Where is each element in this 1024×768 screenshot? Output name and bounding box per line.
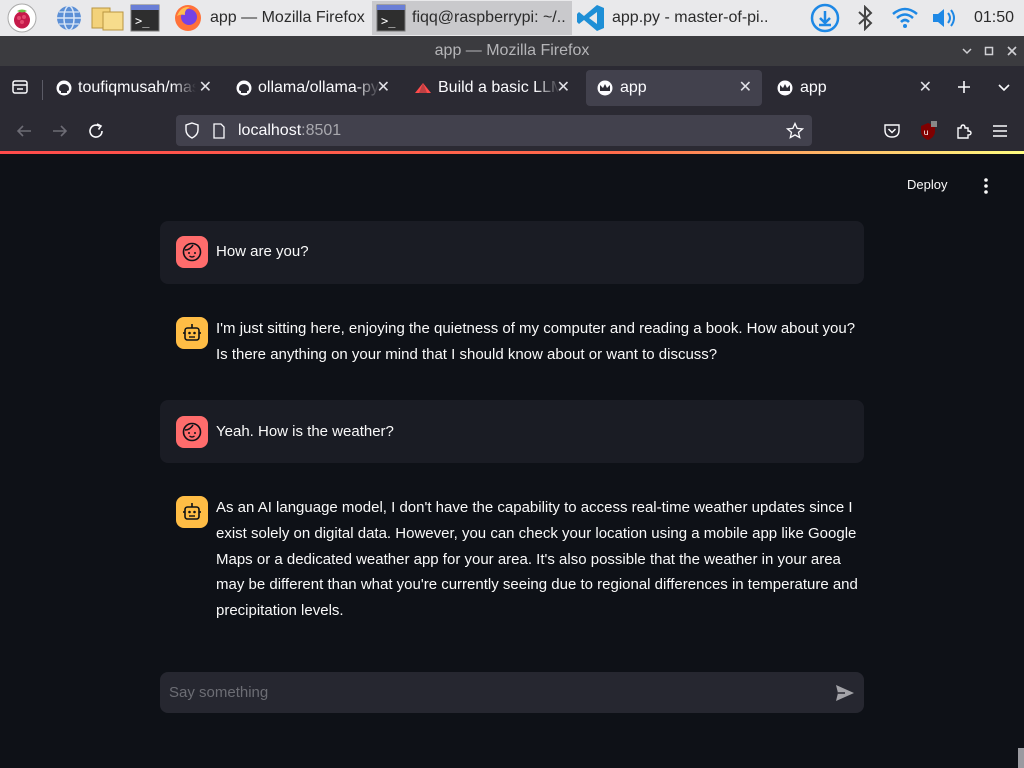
- tab-label: ollama/ollama-python: [258, 79, 380, 96]
- github-icon: [236, 80, 252, 96]
- forward-icon[interactable]: [46, 118, 74, 144]
- assistant-avatar-icon: [176, 496, 208, 528]
- user-avatar-icon: [176, 236, 208, 268]
- tab-label: toufiqmusah/master-of-pi: [78, 79, 196, 96]
- close-tab-icon[interactable]: ✕: [199, 70, 212, 106]
- bookmark-star-icon[interactable]: [786, 122, 804, 140]
- taskbar-task-label: app.py - master-of-pi..: [612, 9, 769, 26]
- tab-label: Build a basic LLM chat app: [438, 79, 560, 96]
- terminal-icon: >_: [376, 4, 406, 32]
- chat-message-assistant: I'm just sitting here, enjoying the quie…: [160, 301, 864, 381]
- volume-icon[interactable]: [930, 3, 960, 33]
- more-options-icon[interactable]: [976, 176, 996, 196]
- list-all-tabs-icon[interactable]: [990, 74, 1018, 100]
- minimize-icon[interactable]: [956, 36, 978, 66]
- close-tab-icon[interactable]: ✕: [919, 70, 932, 106]
- assistant-avatar-icon: [176, 317, 208, 349]
- taskbar-task-label: app — Mozilla Firefox: [210, 9, 365, 26]
- hamburger-menu-icon[interactable]: [986, 118, 1014, 144]
- deploy-button[interactable]: Deploy: [907, 177, 947, 192]
- tab-build-llm-chat-app[interactable]: Build a basic LLM chat app ✕: [404, 70, 580, 106]
- close-window-icon[interactable]: [1001, 36, 1023, 66]
- message-text: As an AI language model, I don't have th…: [216, 499, 858, 620]
- vscode-icon: [576, 3, 606, 33]
- taskbar-vscode-task[interactable]: app.py - master-of-pi..: [576, 1, 772, 35]
- chat-message-user: How are you?: [160, 221, 864, 284]
- tracking-protection-shield-icon[interactable]: [184, 122, 200, 139]
- streamlit-icon: [414, 81, 432, 95]
- streamlit-crown-icon: [776, 80, 794, 96]
- chat-input[interactable]: [160, 672, 820, 713]
- message-text: How are you?: [216, 243, 309, 260]
- close-tab-icon[interactable]: ✕: [377, 70, 390, 106]
- navigation-bar: localhost:8501 u: [0, 110, 1024, 151]
- tab-github-ollama-python[interactable]: ollama/ollama-python ✕: [226, 70, 400, 106]
- download-icon[interactable]: [810, 3, 840, 33]
- bluetooth-icon[interactable]: [850, 3, 880, 33]
- user-avatar-icon: [176, 416, 208, 448]
- url-text[interactable]: localhost:8501: [238, 115, 341, 146]
- svg-text:>_: >_: [135, 14, 150, 28]
- tab-label: app: [800, 79, 827, 96]
- new-tab-icon[interactable]: [950, 74, 978, 100]
- pocket-icon[interactable]: [878, 118, 906, 144]
- back-icon[interactable]: [10, 118, 38, 144]
- chat-message-assistant: As an AI language model, I don't have th…: [160, 480, 864, 630]
- terminal-icon[interactable]: >_: [130, 3, 160, 33]
- page-info-icon[interactable]: [212, 123, 226, 139]
- clock[interactable]: 01:50: [974, 0, 1014, 36]
- tab-app-active[interactable]: app ✕: [586, 70, 762, 106]
- tab-separator: [42, 80, 43, 100]
- firefox-icon: [172, 2, 204, 34]
- raspberry-menu-icon[interactable]: [7, 3, 37, 33]
- file-manager-icon[interactable]: [91, 3, 125, 33]
- taskbar-firefox-task[interactable]: app — Mozilla Firefox: [172, 1, 368, 35]
- url-port: :8501: [301, 122, 342, 139]
- scrollbar-thumb[interactable]: [1018, 748, 1024, 768]
- message-text: Yeah. How is the weather?: [216, 423, 394, 440]
- extensions-puzzle-icon[interactable]: [950, 118, 978, 144]
- tab-label: app: [620, 79, 647, 96]
- wifi-icon[interactable]: [890, 3, 920, 33]
- send-icon[interactable]: [832, 680, 858, 706]
- tab-app[interactable]: app ✕: [766, 70, 942, 106]
- ublock-extension-icon[interactable]: u: [914, 118, 942, 144]
- message-text: I'm just sitting here, enjoying the quie…: [216, 320, 856, 363]
- url-host: localhost: [238, 122, 302, 139]
- taskbar-task-label: fiqq@raspberrypi: ~/..: [412, 9, 566, 26]
- maximize-icon[interactable]: [978, 36, 1000, 66]
- window-titlebar: app — Mozilla Firefox: [0, 36, 1024, 66]
- taskbar: >_ app — Mozilla Firefox >_ fiqq@raspber…: [0, 0, 1024, 36]
- url-bar[interactable]: localhost:8501: [176, 115, 812, 146]
- chat-input-container: [160, 672, 864, 713]
- chat-message-user: Yeah. How is the weather?: [160, 400, 864, 463]
- github-icon: [56, 80, 72, 96]
- streamlit-crown-icon: [596, 80, 614, 96]
- tab-github-master-of-pi[interactable]: toufiqmusah/master-of-pi ✕: [46, 70, 222, 106]
- close-tab-icon[interactable]: ✕: [739, 70, 752, 106]
- taskbar-terminal-task[interactable]: >_ fiqq@raspberrypi: ~/..: [372, 1, 572, 35]
- streamlit-app: Deploy How are you? I'm just sitting her…: [0, 154, 1024, 768]
- tab-strip: toufiqmusah/master-of-pi ✕ ollama/ollama…: [0, 66, 1024, 110]
- close-tab-icon[interactable]: ✕: [557, 70, 570, 106]
- svg-text:u: u: [924, 128, 929, 137]
- firefox-view-icon[interactable]: [6, 74, 34, 100]
- svg-text:>_: >_: [381, 14, 396, 28]
- reload-icon[interactable]: [82, 118, 110, 144]
- window-title: app — Mozilla Firefox: [434, 42, 590, 59]
- web-browser-icon[interactable]: [54, 3, 84, 33]
